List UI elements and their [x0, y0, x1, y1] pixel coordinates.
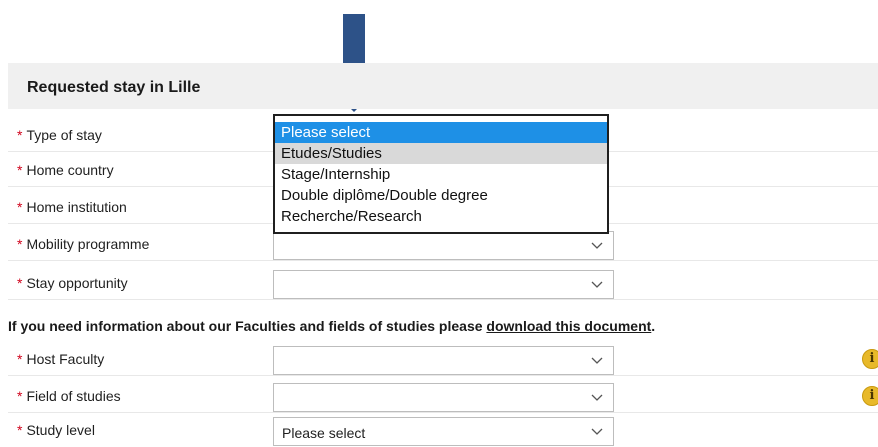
mobility-programme-select[interactable]: [273, 231, 614, 260]
home-country-label: * Home country: [17, 162, 114, 178]
host-faculty-info-icon[interactable]: i: [862, 349, 878, 369]
required-marker: *: [17, 199, 23, 215]
label-text: Field of studies: [26, 388, 121, 404]
field-of-studies-info-icon[interactable]: i: [862, 386, 878, 406]
dropdown-option[interactable]: Please select: [275, 122, 607, 143]
host-faculty-select[interactable]: [273, 346, 614, 375]
chevron-down-icon: [591, 357, 603, 364]
required-marker: *: [17, 388, 23, 404]
faculty-info-text: If you need information about our Facult…: [8, 318, 655, 334]
dropdown-option[interactable]: Etudes/Studies: [275, 143, 607, 164]
mobility-programme-label: * Mobility programme: [17, 236, 149, 252]
field-of-studies-select[interactable]: [273, 383, 614, 412]
stay-opportunity-select[interactable]: [273, 270, 614, 299]
dropdown-option[interactable]: Double diplôme/Double degree: [275, 185, 607, 206]
label-text: Study level: [26, 422, 95, 438]
row-divider: [8, 260, 878, 261]
info-text-suffix: .: [651, 318, 656, 334]
row-divider: [8, 299, 878, 300]
required-marker: *: [17, 275, 23, 291]
required-marker: *: [17, 422, 23, 438]
study-level-label: * Study level: [17, 422, 95, 438]
label-text: Mobility programme: [26, 236, 150, 252]
row-study-level: * Study level Please select: [8, 411, 878, 447]
required-marker: *: [17, 162, 23, 178]
section-title: Requested stay in Lille: [27, 79, 201, 96]
field-of-studies-label: * Field of studies: [17, 388, 121, 404]
stay-opportunity-label: * Stay opportunity: [17, 275, 128, 291]
select-value: Please select: [282, 425, 366, 441]
dropdown-option[interactable]: Stage/Internship: [275, 164, 607, 185]
type-of-stay-dropdown[interactable]: Please select Etudes/Studies Stage/Inter…: [273, 114, 609, 234]
chevron-down-icon: [591, 428, 603, 435]
home-institution-label: * Home institution: [17, 199, 127, 215]
required-marker: *: [17, 351, 23, 367]
row-field-of-studies: * Field of studies i: [8, 377, 878, 413]
row-stay-opportunity: * Stay opportunity: [8, 264, 878, 300]
row-host-faculty: * Host Faculty i: [8, 340, 878, 376]
chevron-down-icon: [591, 242, 603, 249]
section-header: Requested stay in Lille: [8, 63, 878, 109]
label-text: Type of stay: [26, 127, 102, 143]
dropdown-option[interactable]: Recherche/Research: [275, 206, 607, 227]
label-text: Home country: [26, 162, 114, 178]
chevron-down-icon: [591, 394, 603, 401]
type-of-stay-label: * Type of stay: [17, 127, 102, 143]
download-document-link[interactable]: download this document: [486, 318, 651, 334]
chevron-down-icon: [591, 281, 603, 288]
host-faculty-label: * Host Faculty: [17, 351, 104, 367]
label-text: Stay opportunity: [26, 275, 128, 291]
row-divider: [8, 375, 878, 376]
required-marker: *: [17, 127, 23, 143]
label-text: Home institution: [26, 199, 127, 215]
label-text: Host Faculty: [26, 351, 105, 367]
required-marker: *: [17, 236, 23, 252]
info-text-body: If you need information about our Facult…: [8, 318, 487, 334]
study-level-select[interactable]: Please select: [273, 417, 614, 446]
